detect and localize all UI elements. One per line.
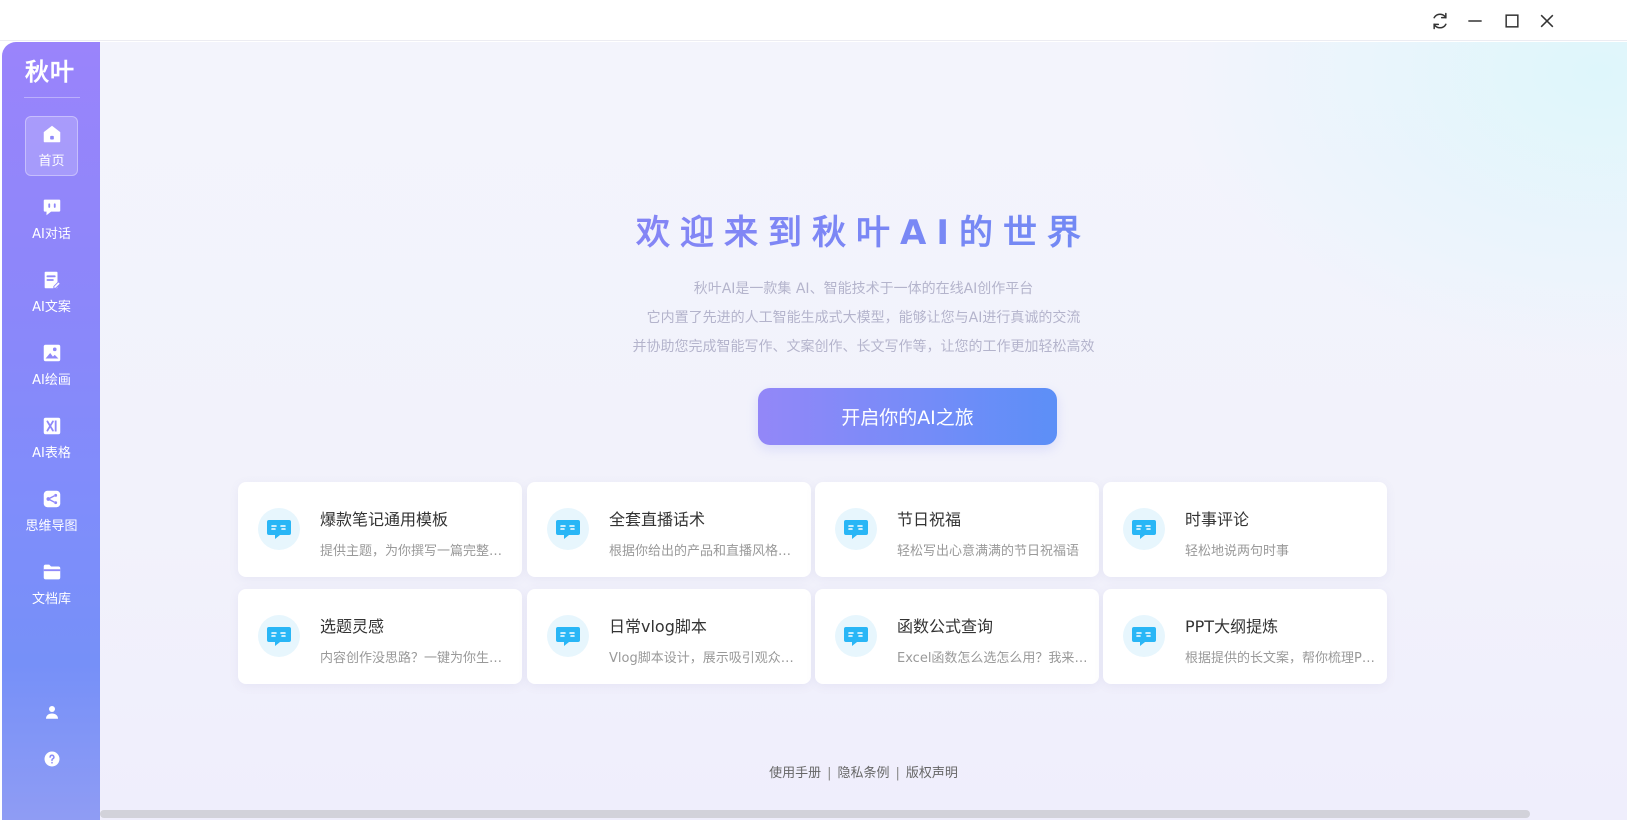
card-desc: 轻松写出心意满满的节日祝福语	[897, 544, 1080, 559]
footer-separator: |	[895, 766, 900, 781]
card-desc: 根据提供的长文案，帮你梳理PPT大纲	[1185, 651, 1380, 666]
card-desc: 根据你给出的产品和直播风格生成话术	[609, 544, 804, 559]
sidebar-item-label: 文档库	[31, 592, 71, 607]
card-title: PPT大纲提炼	[1185, 617, 1279, 636]
template-card[interactable]: 选题灵感 内容创作没思路？一键为你生成选题	[238, 589, 522, 684]
chat-bubble-icon	[547, 615, 589, 657]
card-desc: 提供主题，为你撰写一篇完整的爆款笔记	[320, 544, 515, 559]
chat-bubble-icon	[1123, 615, 1165, 657]
template-card[interactable]: PPT大纲提炼 根据提供的长文案，帮你梳理PPT大纲	[1103, 589, 1387, 684]
help-icon[interactable]	[40, 747, 64, 771]
sidebar-item-ai-painting[interactable]: AI绘画	[25, 335, 78, 395]
image-icon	[43, 344, 60, 362]
chat-icon	[43, 199, 60, 216]
hero-title: 欢迎来到秋叶AI的世界	[100, 205, 1627, 254]
sidebar-item-label: AI表格	[32, 446, 71, 461]
privacy-policy-link[interactable]: 隐私条例	[837, 766, 889, 781]
footer-links: 使用手册 | 隐私条例 | 版权声明	[100, 762, 1627, 781]
card-title: 爆款笔记通用模板	[320, 510, 449, 529]
hero-desc-line: 秋叶AI是一款集 AI、智能技术于一体的在线AI创作平台	[693, 281, 1034, 297]
sidebar-item-label: AI对话	[32, 227, 71, 242]
template-card[interactable]: 爆款笔记通用模板 提供主题，为你撰写一篇完整的爆款笔记	[238, 482, 522, 577]
card-desc: 内容创作没思路？一键为你生成选题	[320, 651, 515, 666]
horizontal-scrollbar[interactable]	[100, 810, 1627, 818]
sidebar-item-home[interactable]: 首页	[25, 116, 78, 176]
user-manual-link[interactable]: 使用手册	[769, 766, 821, 781]
sidebar-item-ai-table[interactable]: AI表格	[25, 408, 78, 468]
card-desc: 轻松地说两句时事	[1185, 544, 1290, 559]
chat-bubble-icon	[835, 615, 877, 657]
app-logo: 秋叶	[25, 57, 75, 86]
start-ai-journey-button[interactable]: 开启你的AI之旅	[758, 388, 1057, 445]
sidebar-item-mindmap[interactable]: 思维导图	[25, 481, 78, 541]
footer-separator: |	[827, 766, 832, 781]
card-title: 选题灵感	[320, 617, 385, 636]
sidebar-item-label: AI文案	[32, 300, 71, 315]
hero-desc-line: 它内置了先进的人工智能生成式大模型，能够让您与AI进行真诚的交流	[646, 310, 1081, 326]
window-bottom-edge	[0, 820, 1627, 831]
template-card[interactable]: 全套直播话术 根据你给出的产品和直播风格生成话术	[527, 482, 811, 577]
chat-bubble-icon	[258, 508, 300, 550]
sidebar-item-label: 思维导图	[25, 519, 78, 534]
minimize-icon[interactable]	[1460, 6, 1490, 36]
window-titlebar	[0, 0, 1627, 41]
mindmap-icon	[43, 490, 60, 508]
template-card[interactable]: 时事评论 轻松地说两句时事	[1103, 482, 1387, 577]
maximize-icon[interactable]	[1497, 6, 1527, 36]
chat-bubble-icon	[547, 508, 589, 550]
logo-divider	[24, 97, 80, 98]
card-title: 时事评论	[1185, 510, 1250, 529]
home-icon	[43, 125, 60, 143]
card-title: 日常vlog脚本	[609, 617, 707, 636]
copyright-notice-link[interactable]: 版权声明	[906, 766, 958, 781]
card-title: 全套直播话术	[609, 510, 706, 529]
scrollbar-thumb[interactable]	[100, 810, 1530, 818]
hero-desc-line: 并协助您完成智能写作、文案创作、长文写作等，让您的工作更加轻松高效	[632, 339, 1095, 355]
close-icon[interactable]	[1532, 6, 1562, 36]
sidebar-item-ai-chat[interactable]: AI对话	[25, 189, 78, 249]
template-card[interactable]: 节日祝福 轻松写出心意满满的节日祝福语	[815, 482, 1099, 577]
document-edit-icon	[44, 271, 61, 289]
user-icon[interactable]	[40, 700, 64, 724]
main-content: 欢迎来到秋叶AI的世界 秋叶AI是一款集 AI、智能技术于一体的在线AI创作平台…	[100, 42, 1627, 820]
card-title: 函数公式查询	[897, 617, 994, 636]
sidebar: 秋叶 首页 AI对话 AI文案 AI绘画 AI表格 思维导图 文档库	[2, 42, 100, 820]
card-desc: Vlog脚本设计，展示吸引观众的内容	[609, 651, 804, 666]
chat-bubble-icon	[258, 615, 300, 657]
sidebar-item-ai-copywriting[interactable]: AI文案	[25, 262, 78, 322]
chat-bubble-icon	[1123, 508, 1165, 550]
template-card[interactable]: 函数公式查询 Excel函数怎么选怎么用？我来告诉你	[815, 589, 1099, 684]
sidebar-item-document-library[interactable]: 文档库	[25, 554, 78, 614]
template-card[interactable]: 日常vlog脚本 Vlog脚本设计，展示吸引观众的内容	[527, 589, 811, 684]
sidebar-item-label: AI绘画	[32, 373, 71, 388]
folder-icon	[43, 564, 60, 580]
chat-bubble-icon	[835, 508, 877, 550]
refresh-icon[interactable]	[1425, 6, 1455, 36]
card-title: 节日祝福	[897, 510, 962, 529]
excel-icon	[43, 417, 60, 435]
sidebar-item-label: 首页	[38, 154, 65, 169]
card-desc: Excel函数怎么选怎么用？我来告诉你	[897, 651, 1092, 666]
